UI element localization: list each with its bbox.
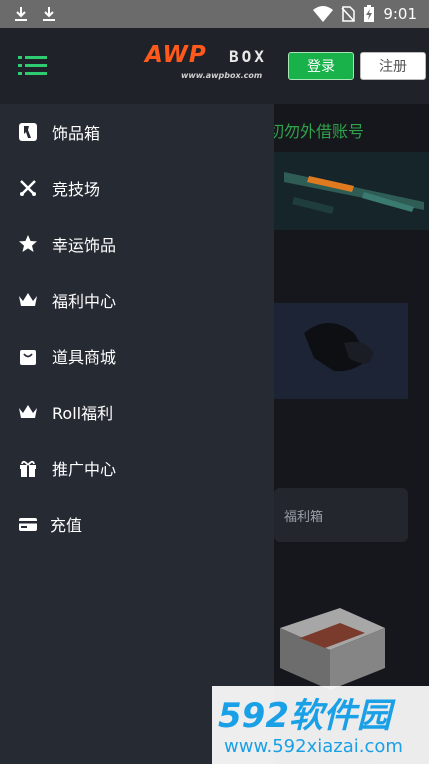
glove-skin-card[interactable] — [274, 303, 408, 399]
status-right: 9:01 — [313, 5, 417, 23]
welfare-box-card[interactable]: 福利箱 — [274, 488, 408, 542]
download-icon — [15, 7, 27, 21]
crown-icon — [19, 405, 37, 418]
drawer-item-cases[interactable]: 饰品箱 — [0, 108, 274, 156]
weapon-case-image — [280, 608, 385, 690]
drawer-item-label: 推广中心 — [52, 460, 117, 479]
welfare-box-label: 福利箱 — [284, 510, 324, 525]
notice-text: 切勿外借账号 — [268, 122, 365, 141]
drawer-item-label: 饰品箱 — [52, 124, 101, 143]
drawer-item-arena[interactable]: 竞技场 — [0, 164, 274, 212]
logo-box-text: BOX — [229, 47, 267, 66]
awpbox-logo: AWP BOX www.awpbox.com — [145, 42, 285, 86]
case-image — [270, 598, 390, 694]
star-icon — [19, 235, 37, 252]
watermark-url: www.592xiazai.com — [224, 736, 403, 757]
logo-main-text: AWP — [145, 42, 207, 68]
watermark-brand: 592软件园 — [218, 696, 391, 736]
login-button[interactable]: 登录 — [288, 52, 354, 80]
credit-card-icon — [19, 518, 37, 531]
drawer-item-label: 幸运饰品 — [52, 236, 117, 255]
drawer-item-item-store[interactable]: 道具商城 — [0, 332, 274, 380]
top-app-bar: AWP BOX www.awpbox.com 登录 注册 — [0, 28, 429, 104]
crown-icon — [19, 293, 37, 306]
navigation-drawer: 饰品箱 竞技场 幸运饰品 福利中心 道具商城 Roll福利 推广中心 充值 — [0, 104, 274, 764]
drawer-item-roll-welfare[interactable]: Roll福利 — [0, 388, 274, 436]
drawer-item-label: 道具商城 — [52, 348, 117, 367]
drawer-item-promotion-center[interactable]: 推广中心 — [0, 444, 274, 492]
drawer-item-label: Roll福利 — [52, 404, 114, 423]
drawer-item-label: 充值 — [50, 516, 83, 535]
wifi-icon — [313, 6, 334, 22]
drawer-item-label: 竞技场 — [52, 180, 101, 199]
crossed-swords-icon — [20, 180, 36, 196]
watermark: 592软件园 www.592xiazai.com — [212, 686, 429, 764]
shopping-bag-icon — [20, 350, 36, 365]
csgo-icon — [19, 123, 37, 141]
rifle-skin-image — [274, 152, 429, 230]
glove-image — [274, 303, 408, 399]
drawer-item-welfare-center[interactable]: 福利中心 — [0, 276, 274, 324]
logo-url-text: www.awpbox.com — [181, 71, 263, 80]
menu-button[interactable] — [16, 52, 50, 80]
no-sim-icon — [341, 6, 356, 22]
drawer-item-label: 福利中心 — [52, 292, 117, 311]
battery-charging-icon — [364, 5, 375, 22]
drawer-item-recharge[interactable]: 充值 — [0, 500, 274, 548]
status-left — [14, 6, 56, 22]
status-bar: 9:01 — [0, 0, 429, 28]
drawer-item-lucky-skins[interactable]: 幸运饰品 — [0, 220, 274, 268]
gift-icon — [20, 460, 36, 477]
download-icon — [43, 7, 55, 21]
banner-image[interactable] — [274, 152, 429, 230]
menu-list-icon — [18, 56, 47, 75]
register-button[interactable]: 注册 — [360, 52, 426, 80]
status-time: 9:01 — [383, 5, 417, 23]
